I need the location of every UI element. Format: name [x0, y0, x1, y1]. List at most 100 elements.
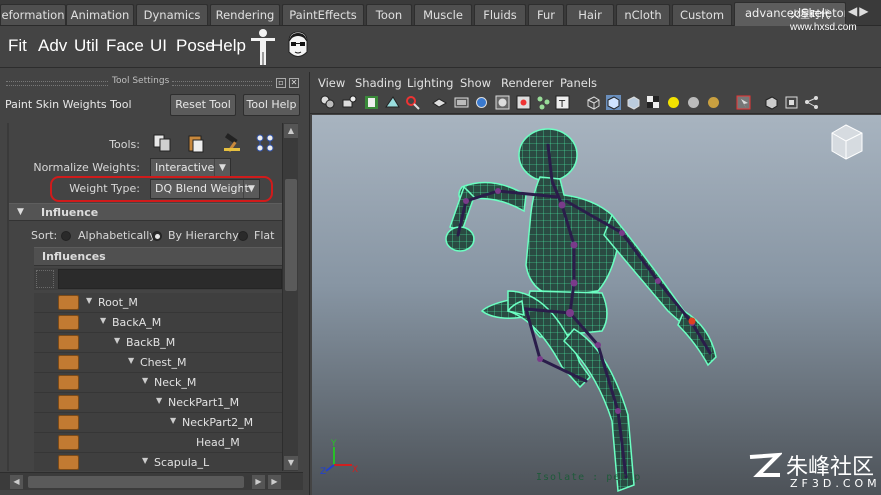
xray-select-icon[interactable]: [736, 95, 751, 110]
shelf-util-button[interactable]: Util: [74, 36, 99, 56]
scroll-up-icon[interactable]: ▲: [284, 124, 298, 138]
panel-grip-right[interactable]: [172, 81, 272, 86]
shelf-face-button[interactable]: Face: [106, 36, 144, 56]
sort-flat-radio[interactable]: [238, 231, 248, 241]
tab-hair[interactable]: Hair: [566, 4, 614, 25]
tree-row[interactable]: Head_M: [34, 433, 282, 453]
view-cube-icon[interactable]: [831, 124, 863, 160]
face-icon[interactable]: [286, 30, 310, 62]
expand-triangle-icon[interactable]: ▼: [142, 456, 148, 465]
scroll-left-icon[interactable]: ◀: [10, 475, 23, 489]
vertical-scrollbar[interactable]: ▲ ▼: [282, 123, 298, 471]
lock-swatch[interactable]: [58, 335, 79, 350]
default-light-icon[interactable]: [666, 95, 681, 110]
scroll-right-icon[interactable]: ▶: [252, 475, 265, 489]
menu-panels[interactable]: Panels: [560, 76, 597, 90]
influence-filter-input[interactable]: [58, 269, 282, 289]
t-pose-figure-icon[interactable]: [250, 28, 276, 66]
joints-icon[interactable]: [536, 95, 551, 110]
filter-icon[interactable]: [36, 270, 54, 288]
xray-icon[interactable]: [784, 95, 799, 110]
resolution-gate-icon[interactable]: [474, 95, 489, 110]
weight-hammer-icon[interactable]: [222, 133, 242, 153]
tab-custom[interactable]: Custom: [672, 4, 732, 25]
tab-painteffects[interactable]: PaintEffects: [282, 4, 364, 25]
tree-row[interactable]: ▼ NeckPart1_M: [34, 393, 282, 413]
float-panel-icon[interactable]: ▫: [276, 78, 286, 88]
scroll-thumb[interactable]: [28, 476, 244, 488]
shelf-pose-button[interactable]: Pose: [176, 36, 215, 56]
grid-icon[interactable]: [432, 95, 447, 110]
image-plane-icon[interactable]: [385, 95, 400, 110]
expand-triangle-icon[interactable]: ▼: [86, 296, 92, 305]
scroll-down-icon[interactable]: ▼: [284, 456, 298, 470]
tool-settings-scroll-area[interactable]: Tools: Normalize Weights: Interactive ▼ …: [0, 123, 303, 471]
lock-swatch[interactable]: [58, 295, 79, 310]
scroll-thumb[interactable]: [285, 179, 297, 291]
menu-renderer[interactable]: Renderer: [501, 76, 554, 90]
paste-weights-icon[interactable]: [186, 133, 206, 153]
tree-row[interactable]: ▼ BackB_M: [34, 333, 282, 353]
expand-triangle-icon[interactable]: ▼: [142, 376, 148, 385]
select-camera-icon[interactable]: [320, 95, 335, 110]
shelf-adv-button[interactable]: Adv: [38, 36, 67, 56]
smooth-shade-cube-icon[interactable]: [606, 95, 621, 110]
isolate-select-icon[interactable]: [764, 95, 779, 110]
tab-dynamics[interactable]: Dynamics: [136, 4, 208, 25]
viewport-3d-view[interactable]: Y X Z Isolate : persp: [312, 115, 881, 495]
bookmarks-icon[interactable]: [364, 95, 379, 110]
tree-row[interactable]: ▼ NeckPart2_M: [34, 413, 282, 433]
wireframe-on-shaded-icon[interactable]: [626, 95, 641, 110]
expand-triangle-icon[interactable]: ▼: [114, 336, 120, 345]
tab-fur[interactable]: Fur: [528, 4, 564, 25]
tab-toon[interactable]: Toon: [366, 4, 412, 25]
tool-help-button[interactable]: Tool Help: [243, 94, 300, 116]
wireframe-cube-icon[interactable]: [586, 95, 601, 110]
tab-muscle[interactable]: Muscle: [414, 4, 472, 25]
tree-row[interactable]: ▼ BackA_M: [34, 313, 282, 333]
menu-show[interactable]: Show: [460, 76, 491, 90]
textured-checker-icon[interactable]: [646, 95, 661, 110]
tree-row[interactable]: ▼ Chest_M: [34, 353, 282, 373]
film-gate-icon[interactable]: [454, 95, 469, 110]
expand-triangle-icon[interactable]: ▼: [128, 356, 134, 365]
xray-joints-icon[interactable]: [804, 95, 819, 110]
sort-alphabetically-radio[interactable]: [61, 231, 71, 241]
lock-swatch[interactable]: [58, 435, 79, 450]
influence-section-header[interactable]: ▼ Influence: [9, 203, 282, 221]
influences-tree[interactable]: ▼ Root_M ▼ BackA_M ▼ BackB_M ▼ Chest_M ▼: [34, 293, 282, 471]
panel-grip-left[interactable]: [6, 81, 108, 86]
2d-pan-zoom-icon[interactable]: [405, 95, 420, 110]
copy-weights-icon[interactable]: [152, 133, 172, 153]
close-panel-icon[interactable]: ✕: [289, 78, 299, 88]
horizontal-scrollbar[interactable]: ◀ ▶ ▶: [0, 472, 303, 490]
shelf-help-button[interactable]: Help: [211, 36, 246, 56]
field-chart-icon[interactable]: [516, 95, 531, 110]
tree-row[interactable]: ▼ Neck_M: [34, 373, 282, 393]
lock-swatch[interactable]: [58, 415, 79, 430]
menu-lighting[interactable]: Lighting: [407, 76, 453, 90]
tab-rendering[interactable]: Rendering: [210, 4, 280, 25]
tab-fluids[interactable]: Fluids: [474, 4, 526, 25]
reset-tool-button[interactable]: Reset Tool: [170, 94, 236, 116]
shelf-fit-button[interactable]: Fit: [8, 36, 27, 56]
expand-triangle-icon[interactable]: ▼: [100, 316, 106, 325]
shelf-ui-button[interactable]: UI: [150, 36, 167, 56]
tree-row[interactable]: ▼ Scapula_L: [34, 453, 282, 471]
lock-swatch[interactable]: [58, 315, 79, 330]
move-weights-icon[interactable]: [255, 133, 275, 153]
menu-view[interactable]: View: [318, 76, 345, 90]
camera-attributes-icon[interactable]: [342, 95, 357, 110]
tab-deformation[interactable]: eformation: [0, 4, 66, 25]
safe-action-icon[interactable]: [495, 95, 510, 110]
lock-swatch[interactable]: [58, 355, 79, 370]
expand-triangle-icon[interactable]: ▼: [156, 396, 162, 405]
lock-swatch[interactable]: [58, 395, 79, 410]
shadows-icon[interactable]: [706, 95, 721, 110]
tab-animation[interactable]: Animation: [66, 4, 134, 25]
expand-triangle-icon[interactable]: ▼: [170, 416, 176, 425]
normalize-weights-dropdown[interactable]: Interactive ▼: [150, 158, 231, 178]
all-lights-icon[interactable]: [686, 95, 701, 110]
hud-text-icon[interactable]: T: [555, 95, 570, 110]
menu-shading[interactable]: Shading: [355, 76, 402, 90]
